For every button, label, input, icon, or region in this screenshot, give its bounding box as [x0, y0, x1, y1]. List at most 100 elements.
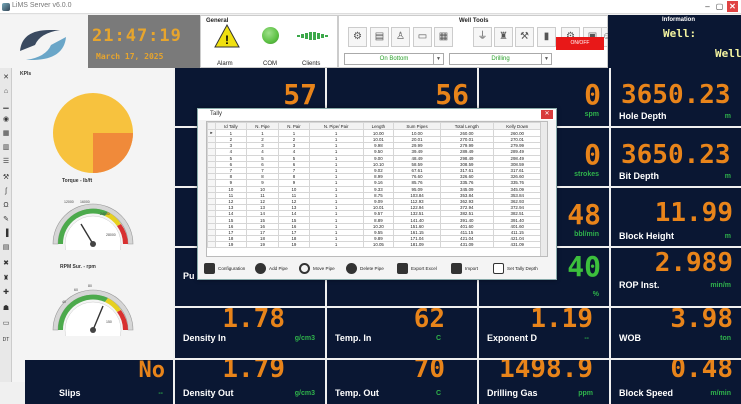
delete-pipe-button[interactable]: Delete Pipe: [346, 262, 384, 276]
people-icon[interactable]: ☗: [2, 305, 10, 313]
derrick-tool-icon[interactable]: ♜: [494, 27, 513, 47]
clients-label: Clients: [302, 61, 321, 67]
monitor-icon[interactable]: ▭: [2, 320, 10, 328]
bit-depth-label: Bit Depth: [619, 171, 659, 181]
hole-depth-label: Hole Depth: [619, 111, 667, 121]
export-excel-button[interactable]: Export Excel: [397, 262, 437, 276]
block-height-label: Block Height: [619, 231, 675, 241]
home-icon[interactable]: ⌂: [2, 88, 10, 96]
tower-icon[interactable]: ♜: [2, 275, 10, 283]
table-cell[interactable]: 10.00: [362, 129, 395, 137]
gauge-icon[interactable]: ◉: [2, 116, 10, 124]
clock-time: 21:47:19: [92, 26, 182, 46]
column-header[interactable]: Total Length: [439, 122, 494, 130]
column-header[interactable]: N. Pipe/ Pair: [308, 122, 364, 130]
column-header[interactable]: Kelly Down: [492, 122, 543, 130]
kpi-pie-chart: [53, 93, 133, 173]
column-header[interactable]: Id Tally: [215, 122, 247, 130]
pie-slice-secondary: [93, 133, 133, 173]
pen-icon[interactable]: ✎: [2, 216, 10, 224]
table-cell[interactable]: 1: [308, 241, 364, 249]
dt-label-icon[interactable]: DT: [2, 336, 10, 344]
alarm-icon[interactable]: !: [214, 24, 240, 48]
table-cell[interactable]: 10.05: [362, 241, 395, 249]
svg-text:!: !: [225, 33, 229, 47]
report-tool-icon[interactable]: ▤: [370, 27, 389, 47]
delete-pipe-label: Delete Pipe: [360, 266, 384, 271]
tally-dialog-titlebar[interactable]: Tally ✕: [198, 109, 556, 120]
plus-icon[interactable]: ✚: [2, 289, 10, 297]
density-out-label: Density Out: [183, 388, 234, 398]
state-select[interactable]: On Bottom ▼: [344, 53, 444, 65]
torque-title: Torque - lb/ft: [62, 178, 93, 184]
column-header[interactable]: N. Pair: [278, 122, 310, 130]
tile-temp-out: 70 Temp. Out C: [327, 360, 477, 404]
kpi-panel: KPIs Torque - lb/ft 12000 16000 24000 28…: [12, 68, 173, 382]
table-cell[interactable]: 260.00: [439, 129, 494, 137]
table-cell[interactable]: 19: [278, 241, 310, 249]
table-cell[interactable]: 1: [308, 129, 364, 137]
grid-tool-icon[interactable]: ▦: [434, 27, 453, 47]
table-cell[interactable]: 181.09: [393, 241, 441, 249]
block-speed-value: 0.48: [670, 360, 733, 384]
chevron-down-icon: ▼: [433, 54, 443, 64]
block-speed-label: Block Speed: [619, 388, 674, 398]
tile-r1c3-unit: spm: [584, 111, 599, 118]
table-body: ▸ 1 1 1 1 10.00 10.00 260.00 260.00 2 2 2 1 10.01 20.0…: [207, 129, 543, 249]
tools-icon[interactable]: ✖: [2, 260, 10, 268]
set-tally-depth-button[interactable]: Set Tally Depth: [493, 262, 538, 276]
column-header[interactable]: Length: [362, 122, 395, 130]
column-header[interactable]: Sum Pipes: [393, 122, 441, 130]
table-row[interactable]: 19 19 19 1 10.05 181.09 431.09 431.09: [207, 241, 543, 249]
tile-r3c3-unit: bbl/min: [574, 231, 599, 238]
mode-select[interactable]: Drilling ▼: [449, 53, 552, 65]
table-cell[interactable]: 1: [245, 129, 280, 137]
table-row[interactable]: ▸ 1 1 1 1 10.00 10.00 260.00 260.00: [207, 129, 543, 137]
import-button[interactable]: Import: [451, 262, 478, 276]
tile-block-height: 11.99 Block Height m: [611, 188, 741, 246]
rpm-title: RPM Sur. - rpm: [60, 264, 96, 270]
state-select-value: On Bottom: [379, 56, 409, 62]
chart-icon[interactable]: ▁: [2, 102, 10, 110]
panel-icon[interactable]: ▥: [2, 144, 10, 152]
tank-tool-icon[interactable]: ▮: [537, 27, 556, 47]
books-icon[interactable]: ▤: [2, 244, 10, 252]
table-cell[interactable]: 1: [278, 129, 310, 137]
grid-icon[interactable]: ▦: [2, 130, 10, 138]
table-scrollbar[interactable]: [540, 122, 547, 256]
add-pipe-button[interactable]: Add Pipe: [255, 262, 288, 276]
cross-icon[interactable]: ✕: [2, 74, 10, 82]
company-logo: [0, 15, 88, 68]
table-cell[interactable]: 431.09: [439, 241, 494, 249]
drilling-gas-value: 1498.9: [499, 360, 593, 384]
table-cell[interactable]: 1: [215, 129, 247, 137]
drill-tool-icon[interactable]: ⚒: [515, 27, 534, 47]
close-window-button[interactable]: ✕: [727, 1, 738, 12]
funnel-tool-icon[interactable]: ⏚: [473, 27, 492, 47]
table-cell[interactable]: 260.00: [492, 129, 543, 137]
column-header[interactable]: N. Pipe: [245, 122, 280, 130]
document-tool-icon[interactable]: ▭: [413, 27, 432, 47]
table-cell[interactable]: 10.00: [393, 129, 441, 137]
wrench-icon[interactable]: ⚒: [2, 174, 10, 182]
configuration-button[interactable]: Configuration: [204, 262, 245, 276]
table-cell[interactable]: 19: [215, 241, 247, 249]
row-header-cell[interactable]: [207, 241, 216, 249]
block-speed-unit: m/min: [710, 390, 731, 397]
omega-icon[interactable]: Ω: [2, 202, 10, 210]
tile-drilling-gas: 1498.9 Drilling Gas ppm: [479, 360, 609, 404]
rig-tool-icon[interactable]: ♙: [391, 27, 410, 47]
gear-tool-icon[interactable]: ⚙: [348, 27, 367, 47]
move-pipe-button[interactable]: Move Pipe: [299, 262, 335, 276]
tally-close-button[interactable]: ✕: [541, 110, 553, 119]
plot-icon[interactable]: ʃ: [2, 188, 10, 196]
bars-icon[interactable]: ▐: [2, 230, 10, 238]
on-off-button[interactable]: ON/OFF: [556, 37, 604, 50]
list-icon[interactable]: ☰: [2, 158, 10, 166]
row-header-cell[interactable]: ▸: [207, 129, 216, 137]
table-cell[interactable]: 19: [245, 241, 280, 249]
table-cell[interactable]: 431.09: [492, 241, 543, 249]
maximize-button[interactable]: ▢: [714, 1, 725, 12]
minimize-button[interactable]: –: [702, 1, 713, 12]
well-label: Well:: [663, 27, 697, 40]
